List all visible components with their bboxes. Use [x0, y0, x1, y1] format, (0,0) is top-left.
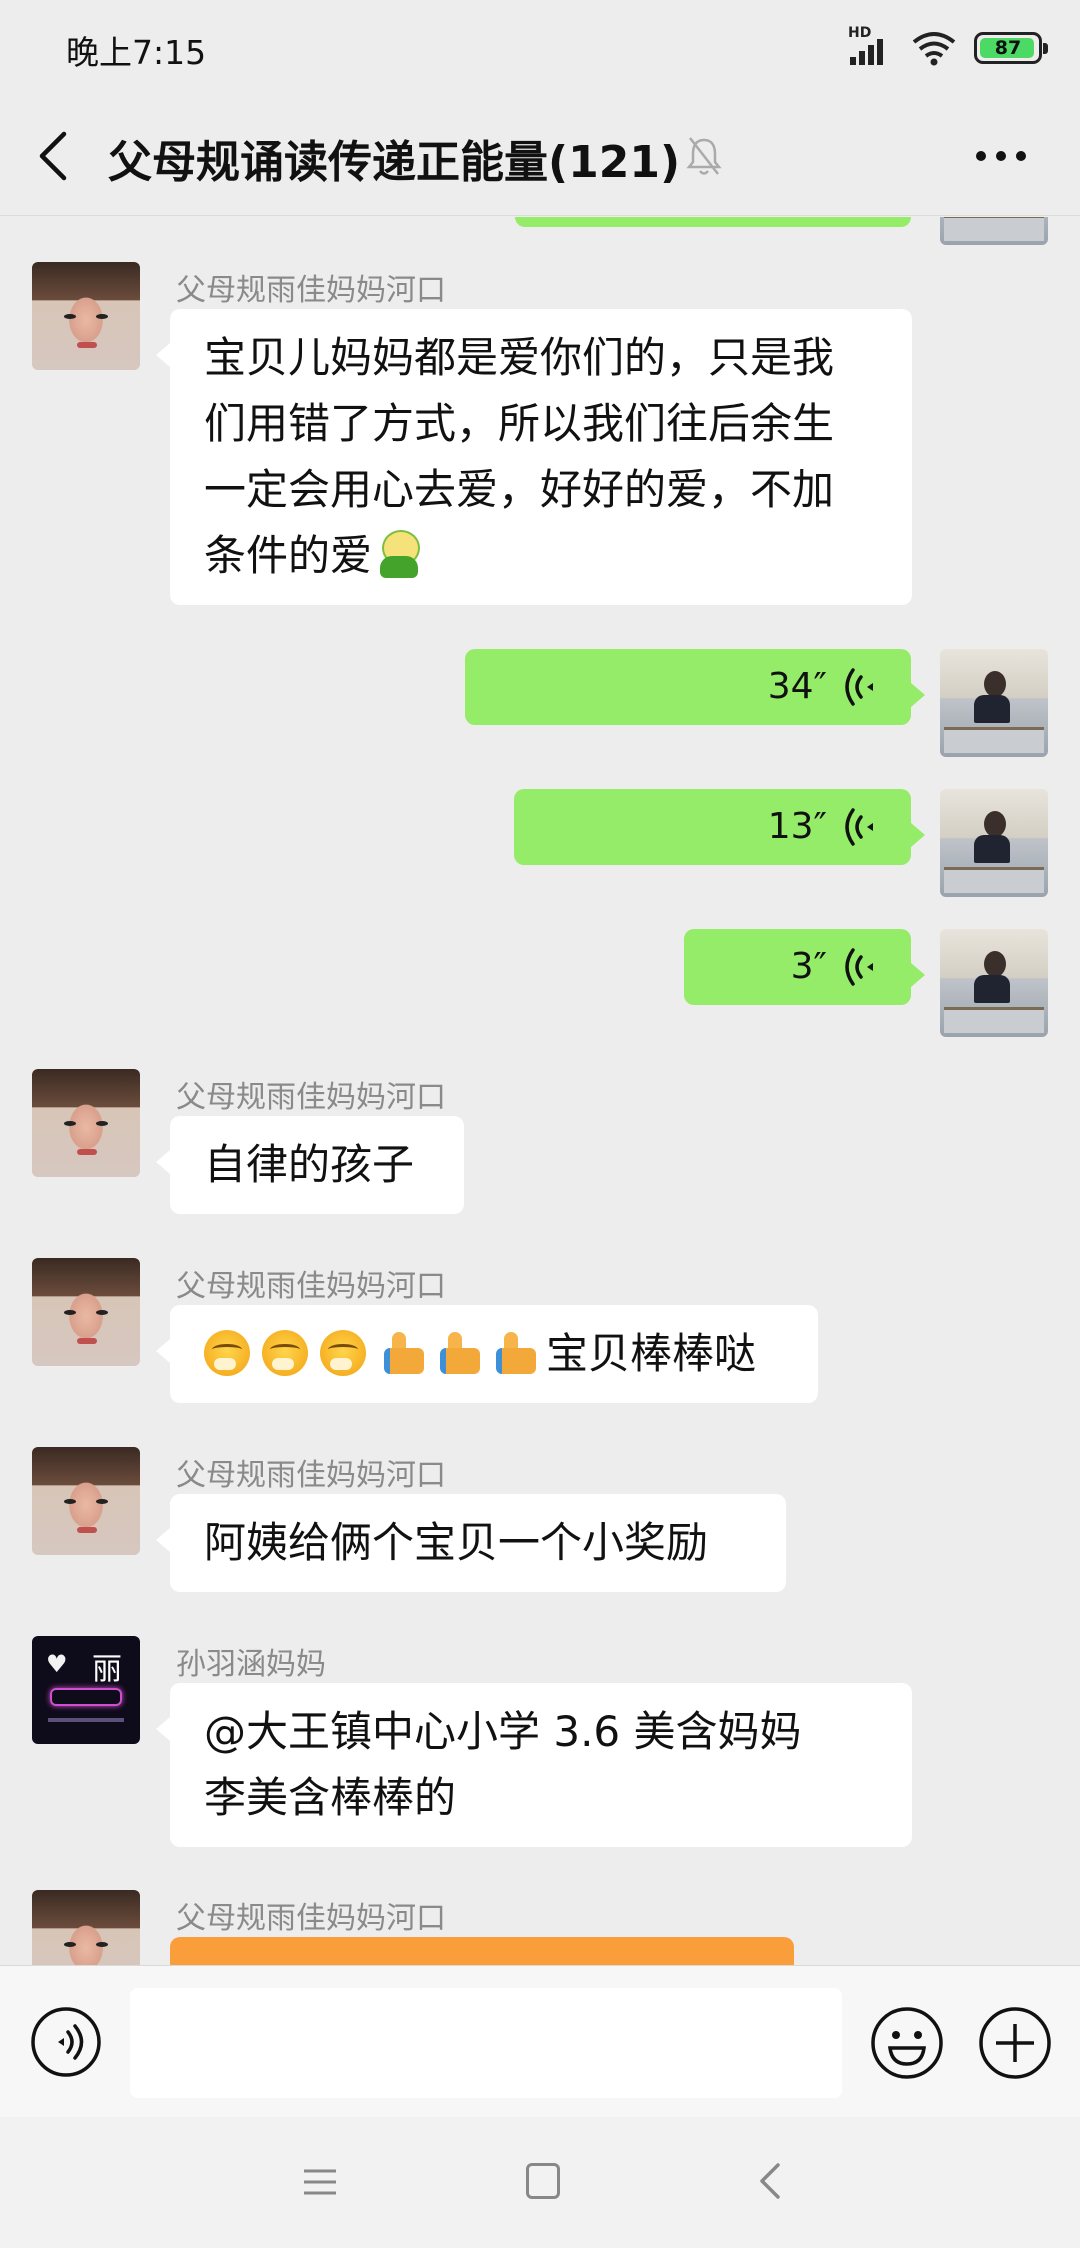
input-bar [0, 1965, 1080, 2117]
voice-wave-icon [845, 948, 873, 986]
back-icon[interactable] [34, 128, 74, 184]
voice-message[interactable]: 3″ [684, 929, 925, 1005]
message-bubble[interactable]: 自律的孩子 [156, 1116, 464, 1214]
avatar-sender[interactable]: ♥ 丽 [32, 1636, 140, 1744]
avatar-self[interactable] [940, 217, 1048, 245]
system-nav-bar [0, 2117, 1080, 2248]
chat-messages[interactable]: 父母规雨佳妈妈河口 宝贝儿妈妈都是爱你们的，只是我 们用错了方式，所以我们往后余… [0, 217, 1080, 1965]
chat-title: 父母规诵读传递正能量(121) [108, 137, 681, 188]
home-icon[interactable] [526, 2163, 560, 2199]
avatar-sender[interactable] [32, 1258, 140, 1366]
sender-name: 父母规雨佳妈妈河口 [176, 1901, 446, 1936]
sender-name: 父母规雨佳妈妈河口 [176, 1269, 446, 1304]
hugging-face-emoji-icon [320, 1330, 366, 1376]
message-line: 宝贝儿妈妈都是爱你们的，只是我 [204, 333, 835, 382]
status-bar: 晚上7:15 HD 87 [0, 0, 1080, 96]
message-line: 一定会用心去爱，好好的爱，不加 [204, 465, 835, 514]
voice-message[interactable]: 34″ [465, 649, 925, 725]
avatar-sender[interactable] [32, 1069, 140, 1177]
thumbs-up-emoji-icon [490, 1330, 536, 1376]
message-bubble[interactable]: 阿姨给俩个宝贝一个小奖励 [156, 1494, 786, 1592]
battery-percent: 87 [994, 37, 1022, 59]
hugging-face-emoji-icon [204, 1330, 250, 1376]
status-time: 晚上7:15 [66, 33, 207, 72]
signal-icon: HD [848, 25, 894, 67]
message-bubble[interactable]: 宝贝棒棒哒 [156, 1305, 818, 1403]
message-line: 李美含棒棒的 [204, 1773, 457, 1822]
hugging-face-emoji-icon [262, 1330, 308, 1376]
mute-bell-icon [686, 137, 722, 175]
plus-icon[interactable] [978, 2006, 1052, 2080]
thumbs-up-emoji-icon [434, 1330, 480, 1376]
voice-wave-icon [845, 668, 873, 706]
sender-name: 父母规雨佳妈妈河口 [176, 1458, 446, 1493]
thumbs-up-emoji-icon [378, 1330, 424, 1376]
voice-duration: 13″ [767, 806, 827, 847]
avatar-text: 丽 [92, 1652, 122, 1687]
message-text: 宝贝棒棒哒 [546, 1329, 757, 1378]
avatar-self[interactable] [940, 649, 1048, 757]
message-input[interactable] [130, 1988, 842, 2098]
avatar-sender[interactable] [32, 262, 140, 370]
voice-duration: 3″ [790, 946, 827, 987]
avatar-sender[interactable] [32, 1890, 140, 1965]
avatar-self[interactable] [940, 929, 1048, 1037]
voice-input-icon[interactable] [30, 2006, 102, 2078]
wifi-icon [912, 32, 956, 66]
previous-message-fragment [515, 217, 911, 227]
pig-emoji-icon [376, 530, 422, 580]
chat-header: 父母规诵读传递正能量(121) [0, 96, 1080, 216]
avatar-sender[interactable] [32, 1447, 140, 1555]
more-icon[interactable] [976, 140, 1030, 172]
red-packet-message[interactable] [170, 1937, 794, 1965]
message-line: 条件的爱 [204, 531, 373, 580]
sender-name: 父母规雨佳妈妈河口 [176, 1080, 446, 1115]
emoji-icon[interactable] [870, 2006, 944, 2080]
voice-message[interactable]: 13″ [514, 789, 925, 865]
message-line: @大王镇中心小学 3.6 美含妈妈 [204, 1707, 802, 1756]
message-line: 们用错了方式，所以我们往后余生 [204, 399, 835, 448]
message-text: 阿姨给俩个宝贝一个小奖励 [204, 1518, 709, 1567]
message-bubble[interactable]: 宝贝儿妈妈都是爱你们的，只是我 们用错了方式，所以我们往后余生 一定会用心去爱，… [156, 309, 912, 605]
battery-icon: 87 [974, 32, 1048, 64]
voice-duration: 34″ [767, 666, 827, 707]
sender-name: 孙羽涵妈妈 [176, 1647, 326, 1682]
voice-wave-icon [845, 808, 873, 846]
status-icons: HD 87 [848, 25, 1048, 68]
message-text: 自律的孩子 [204, 1140, 415, 1189]
sender-name: 父母规雨佳妈妈河口 [176, 273, 446, 308]
back-nav-icon[interactable] [756, 2161, 784, 2201]
message-bubble[interactable]: @大王镇中心小学 3.6 美含妈妈 李美含棒棒的 [156, 1683, 912, 1847]
avatar-self[interactable] [940, 789, 1048, 897]
heart-icon: ♥ [46, 1650, 68, 1678]
menu-icon[interactable] [300, 2165, 340, 2199]
